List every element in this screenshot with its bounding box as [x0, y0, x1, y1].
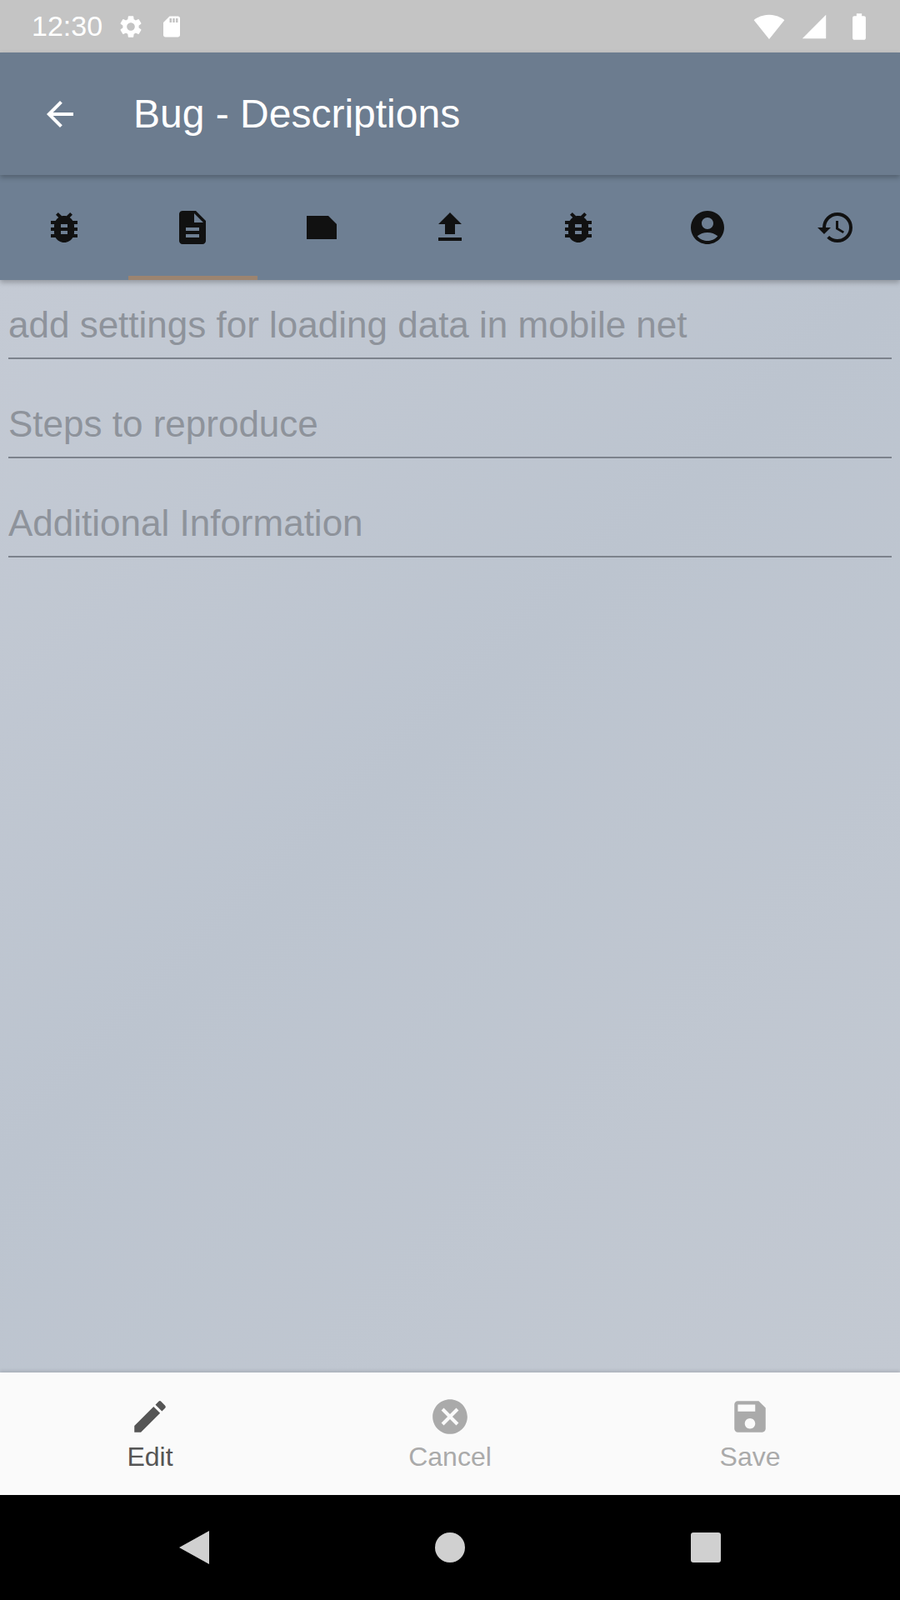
circle-home-icon [433, 1530, 467, 1565]
tab[interactable] [0, 175, 129, 280]
action-label: Edit [126, 1440, 173, 1473]
action-label: Cancel [408, 1440, 492, 1473]
system-nav-bar [0, 1495, 900, 1600]
tab[interactable] [385, 175, 515, 280]
back-button[interactable] [160, 1514, 228, 1581]
edit-button[interactable]: Edit [0, 1372, 300, 1495]
text-field[interactable]: Steps to reproduce [8, 379, 892, 459]
recents-button[interactable] [672, 1514, 740, 1581]
status-bar: 12:30 [0, 0, 900, 53]
action-label: Save [720, 1440, 781, 1473]
triangle-back-icon [175, 1527, 213, 1568]
text-field[interactable]: add settings for loading data in mobile … [8, 280, 892, 360]
wifi-icon [753, 10, 785, 43]
screen: 12:30 Bug - Descriptions add settings for … [0, 0, 900, 1600]
tab-bar [0, 175, 900, 280]
title: Bug - Descriptions [133, 90, 460, 137]
tab[interactable] [771, 175, 900, 280]
battery-icon [843, 10, 875, 43]
app-bar: Bug - Descriptions [0, 52, 900, 175]
gear-icon [117, 13, 145, 40]
cancel-icon [429, 1395, 471, 1438]
upload-icon [430, 207, 470, 248]
sd-card-icon [159, 14, 185, 40]
save-icon [729, 1395, 771, 1438]
bug-icon [558, 207, 599, 248]
bug-icon [44, 207, 85, 248]
pencil-icon [129, 1395, 171, 1438]
status-time: 12:30 [31, 10, 103, 43]
tab[interactable] [514, 175, 643, 280]
home-button[interactable] [416, 1514, 484, 1581]
tab[interactable] [128, 175, 257, 280]
tab[interactable] [642, 175, 771, 280]
label-icon [301, 207, 342, 248]
cancel-button[interactable]: Cancel [300, 1372, 600, 1495]
account-icon [687, 207, 728, 248]
signal-icon [800, 12, 829, 41]
bottom-actions: Edit Cancel Save [0, 1372, 900, 1495]
document-icon [172, 207, 213, 248]
history-icon [815, 207, 856, 248]
back-arrow-icon[interactable] [40, 94, 80, 135]
text-field[interactable]: Additional Information [8, 478, 892, 558]
save-button[interactable]: Save [600, 1372, 900, 1495]
content: add settings for loading data in mobile … [0, 280, 900, 1373]
square-recents-icon [689, 1530, 723, 1565]
tab[interactable] [257, 175, 386, 280]
